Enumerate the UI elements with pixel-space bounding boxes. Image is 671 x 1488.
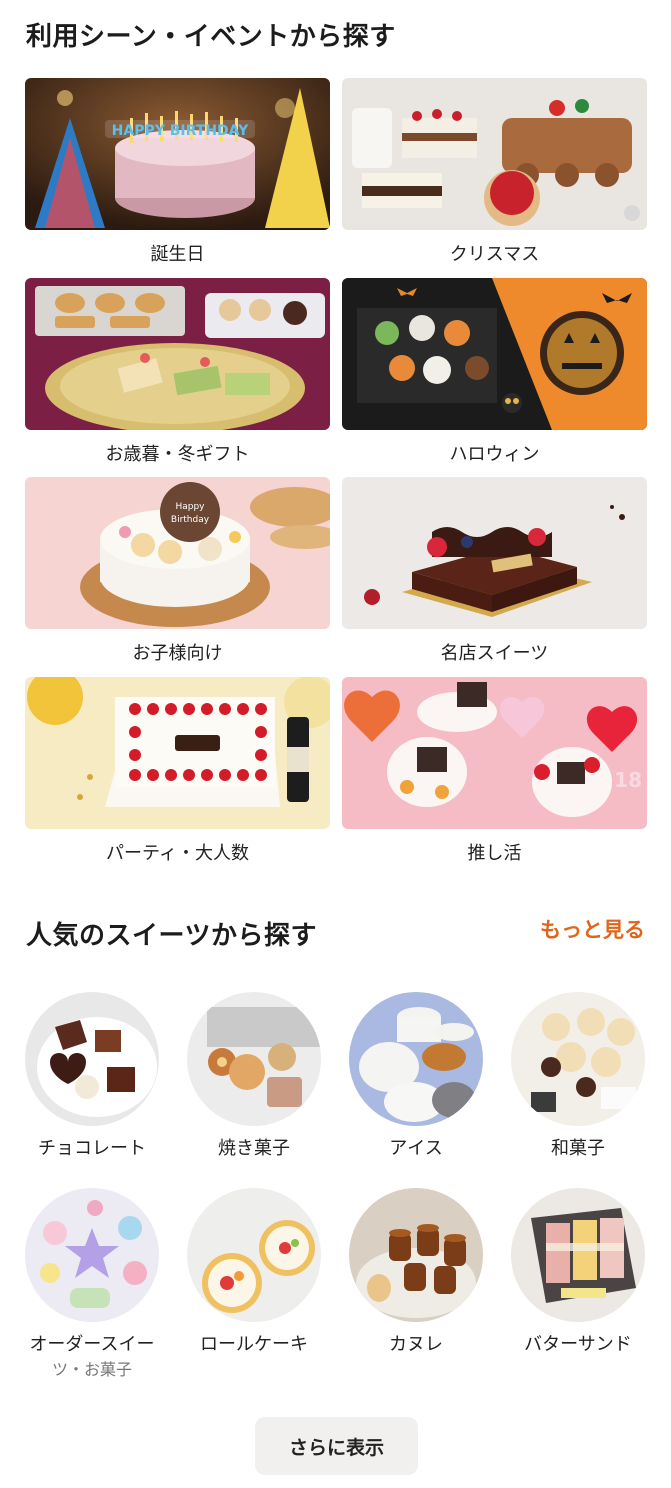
sweet-label: バターサンド xyxy=(524,1334,632,1355)
sweet-label: カヌレ xyxy=(389,1334,443,1355)
scene-section-title: 利用シーン・イベントから探す xyxy=(26,22,396,52)
sweet-label: チョコレート xyxy=(38,1138,146,1159)
see-more-link[interactable]: もっと見る xyxy=(540,914,645,944)
sweet-item-butter-sandwich[interactable]: バターサンド xyxy=(511,1188,651,1355)
scene-label: お子様向け xyxy=(132,643,223,664)
sweet-label-line1: オーダースイー xyxy=(29,1334,155,1355)
scene-label: 名店スイーツ xyxy=(440,643,549,664)
sweet-label: アイス xyxy=(389,1138,443,1159)
kids-image: Happy Birthday xyxy=(25,477,330,629)
scene-label: お歳暮・冬ギフト xyxy=(105,444,250,465)
scene-card-winter-gift[interactable]: お歳暮・冬ギフト xyxy=(25,278,330,465)
winter-gift-image xyxy=(25,278,330,430)
svg-text:Birthday: Birthday xyxy=(171,515,210,525)
sweet-label: 和菓子 xyxy=(551,1138,605,1159)
roll-cake-image xyxy=(187,1188,321,1322)
scene-label: ハロウィン xyxy=(449,444,540,465)
scene-label: 誕生日 xyxy=(150,244,205,265)
christmas-image xyxy=(342,78,647,230)
svg-text:18: 18 xyxy=(614,768,642,792)
svg-text:HAPPY BIRTHDAY: HAPPY BIRTHDAY xyxy=(112,123,249,139)
sweet-item-wagashi[interactable]: 和菓子 xyxy=(511,992,651,1159)
scene-label: パーティ・大人数 xyxy=(106,843,249,864)
sweet-item-baked-goods[interactable]: 焼き菓子 xyxy=(187,992,327,1159)
scene-label: クリスマス xyxy=(449,244,540,265)
wagashi-image xyxy=(511,992,645,1126)
sweets-section-title: 人気のスイーツから探す xyxy=(26,921,317,951)
baked-goods-image xyxy=(187,992,321,1126)
scene-card-halloween[interactable]: ハロウィン xyxy=(342,278,647,465)
order-sweets-image xyxy=(25,1188,159,1322)
sweet-item-canele[interactable]: カヌレ xyxy=(349,1188,489,1355)
canele-image xyxy=(349,1188,483,1322)
sweet-label: 焼き菓子 xyxy=(218,1138,290,1159)
sweet-item-order-sweets[interactable]: オーダースイー ツ・お菓子 xyxy=(25,1188,165,1379)
scene-label: 推し活 xyxy=(467,843,522,864)
sweet-label-line2: ツ・お菓子 xyxy=(51,1360,132,1379)
svg-text:Happy: Happy xyxy=(175,502,205,512)
butter-sandwich-image xyxy=(511,1188,645,1322)
show-more-button[interactable]: さらに表示 xyxy=(255,1417,418,1475)
ice-cream-image xyxy=(349,992,483,1126)
scene-card-famous-sweets[interactable]: 名店スイーツ xyxy=(342,477,647,664)
scene-card-birthday[interactable]: HAPPY BIRTHDAY 誕生日 xyxy=(25,78,330,265)
scene-card-party[interactable]: パーティ・大人数 xyxy=(25,677,330,864)
halloween-image xyxy=(342,278,647,430)
scene-card-christmas[interactable]: クリスマス xyxy=(342,78,647,265)
chocolate-image xyxy=(25,992,159,1126)
sweet-item-ice-cream[interactable]: アイス xyxy=(349,992,489,1159)
sweet-label: オーダースイー ツ・お菓子 xyxy=(19,1332,165,1382)
birthday-image: HAPPY BIRTHDAY xyxy=(25,78,330,230)
scene-card-kids[interactable]: Happy Birthday お子様向け xyxy=(25,477,330,664)
sweet-item-chocolate[interactable]: チョコレート xyxy=(25,992,165,1159)
sweet-item-roll-cake[interactable]: ロールケーキ xyxy=(187,1188,327,1355)
oshikatsu-image: 18 xyxy=(342,677,647,829)
scene-card-oshikatsu[interactable]: 18 推し活 xyxy=(342,677,647,864)
famous-sweets-image xyxy=(342,477,647,629)
party-image xyxy=(25,677,330,829)
sweet-label: ロールケーキ xyxy=(200,1334,308,1355)
